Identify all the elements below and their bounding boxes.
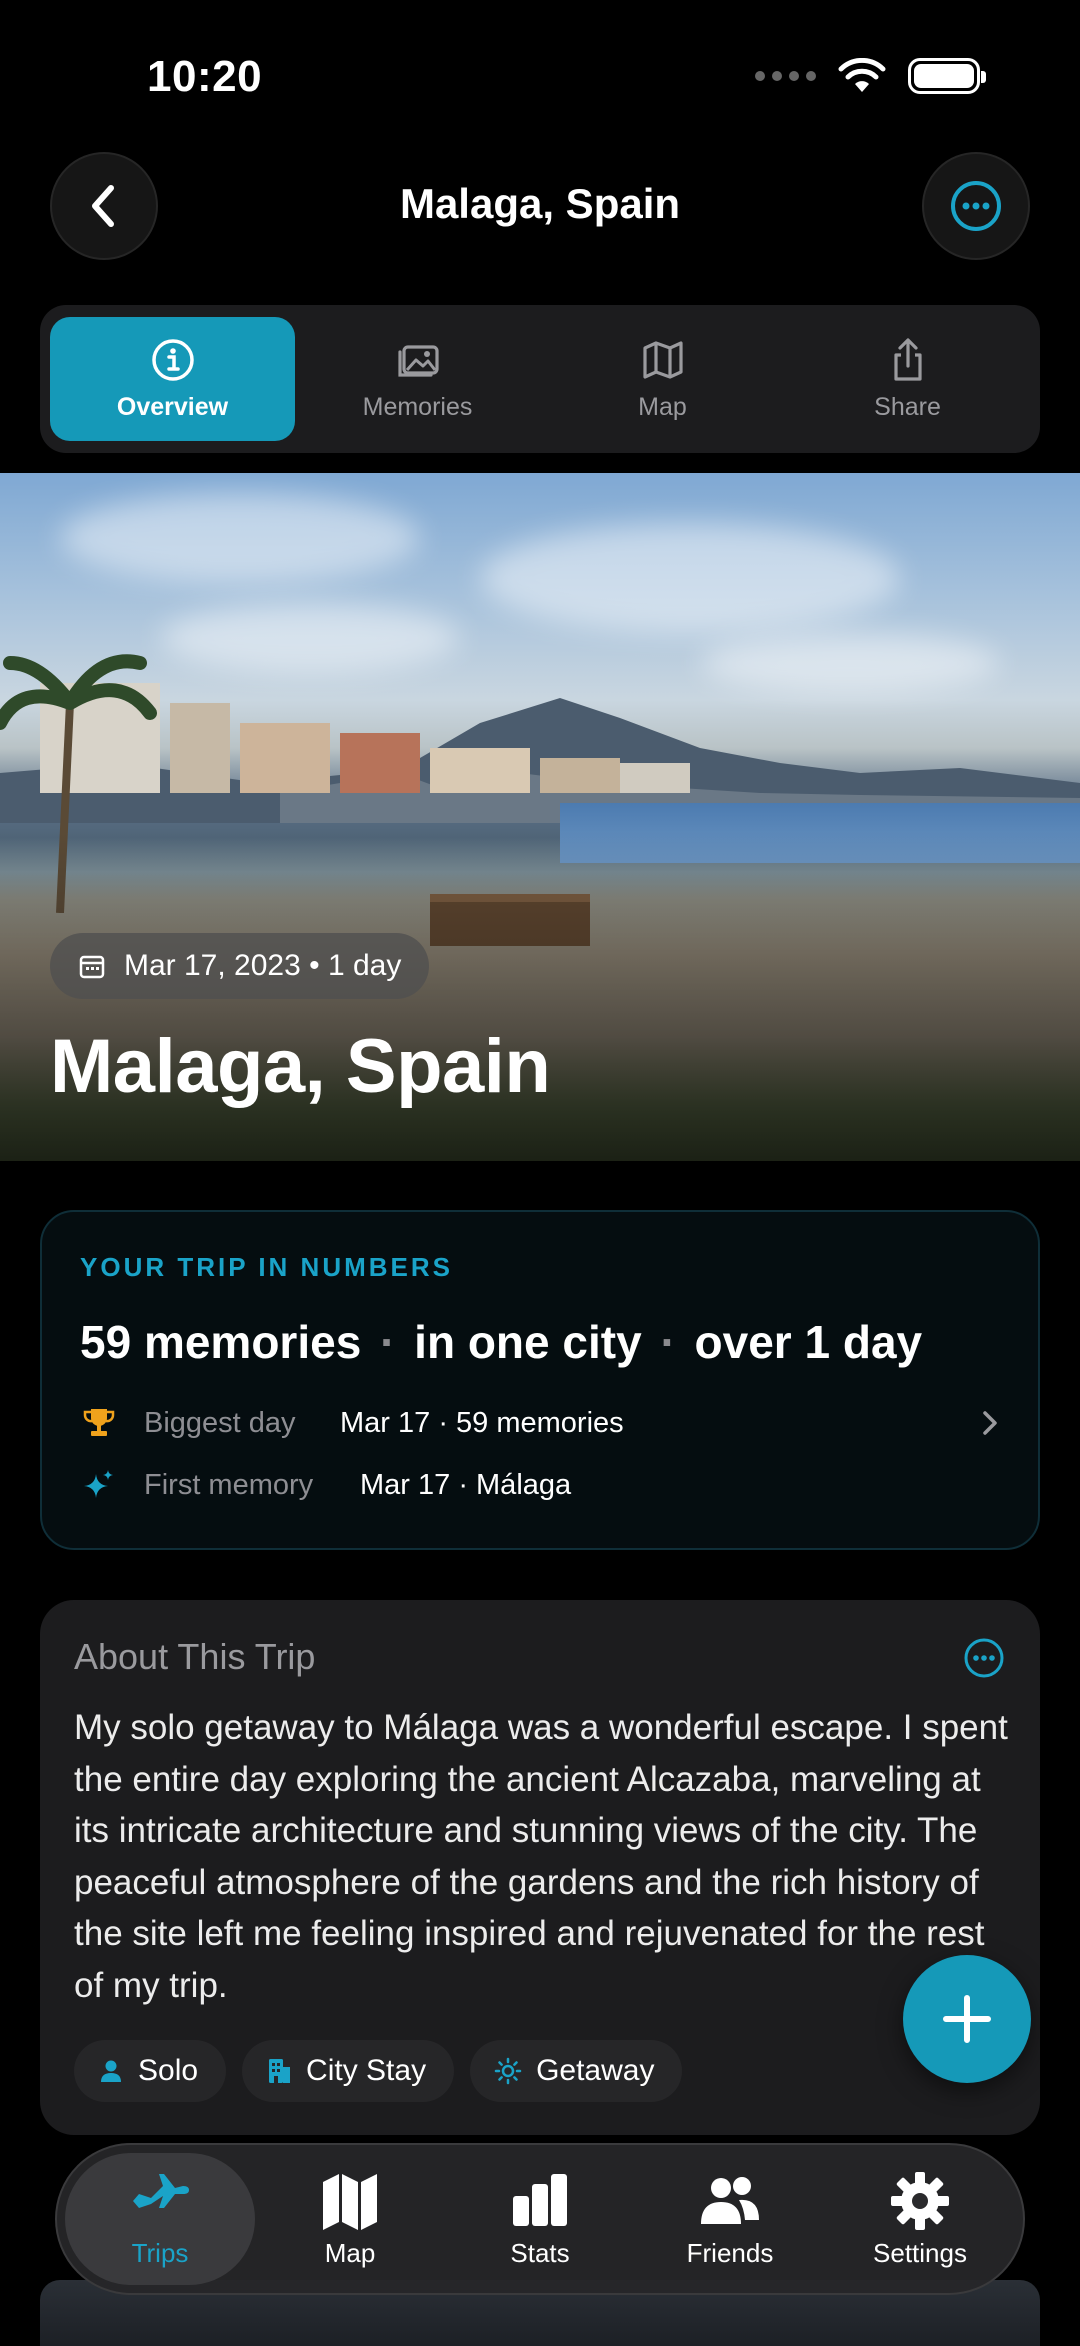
separator: · bbox=[380, 1316, 396, 1368]
first-memory-value: Mar 17 · Málaga bbox=[360, 1468, 572, 1501]
trip-date-pill: Mar 17, 2023 • 1 day bbox=[50, 933, 430, 999]
tag-getaway-label: Getaway bbox=[536, 2054, 655, 2087]
cellular-signal-icon bbox=[755, 71, 816, 81]
tab-trips[interactable]: Trips bbox=[65, 2153, 255, 2285]
tab-friends-label: Friends bbox=[686, 2237, 774, 2268]
tab-overview-label: Overview bbox=[116, 392, 229, 421]
biggest-day-value: Mar 17 · 59 memories bbox=[340, 1406, 624, 1439]
about-title: About This Trip bbox=[74, 1636, 316, 1677]
ellipsis-circle-icon bbox=[964, 1638, 1004, 1678]
about-options-button[interactable] bbox=[962, 1636, 1006, 1685]
numbers-eyebrow: YOUR TRIP IN NUMBERS bbox=[80, 1252, 453, 1282]
bar-chart-icon bbox=[513, 2173, 567, 2226]
tab-map-nav-label: Map bbox=[324, 2237, 376, 2268]
trip-duration: over 1 day bbox=[694, 1316, 923, 1368]
biggest-day-label: Biggest day bbox=[144, 1406, 296, 1439]
battery-icon bbox=[908, 58, 986, 94]
trophy-icon bbox=[83, 1409, 115, 1436]
tab-share[interactable]: Share bbox=[785, 317, 1030, 441]
bottom-tab-bar: Trips Map Stats Friends Settings bbox=[55, 2143, 1025, 2295]
first-memory-row: First memory Mar 17 · Málaga bbox=[82, 1468, 1000, 1502]
first-memory-label: First memory bbox=[144, 1468, 314, 1501]
tab-stats-label: Stats bbox=[510, 2237, 570, 2268]
tab-memories[interactable]: Memories bbox=[295, 317, 540, 441]
tag-solo-label: Solo bbox=[138, 2054, 199, 2087]
gear-icon bbox=[891, 2171, 949, 2230]
person-icon bbox=[101, 2060, 121, 2082]
tag-city-stay-label: City Stay bbox=[306, 2054, 427, 2087]
separator: · bbox=[660, 1316, 676, 1368]
trip-tags: Solo City Stay Getaway bbox=[74, 2040, 683, 2102]
tab-trips-label: Trips bbox=[131, 2237, 189, 2268]
numbers-headline: 59 memories · in one city · over 1 day bbox=[80, 1315, 1000, 1369]
tab-map-nav[interactable]: Map bbox=[255, 2153, 445, 2285]
people-icon bbox=[701, 2176, 759, 2224]
map-icon bbox=[642, 340, 683, 379]
page-title: Malaga, Spain bbox=[399, 180, 681, 227]
tab-friends[interactable]: Friends bbox=[635, 2153, 825, 2285]
biggest-day-row[interactable]: Biggest day Mar 17 · 59 memories bbox=[82, 1406, 1000, 1440]
trip-section-tabs: Overview Memories Map Share bbox=[40, 305, 1040, 453]
tab-settings-label: Settings bbox=[873, 2237, 967, 2268]
tab-share-label: Share bbox=[874, 392, 941, 421]
about-trip-card: About This Trip My solo getaway to Málag… bbox=[40, 1600, 1040, 2135]
photos-icon bbox=[397, 344, 439, 377]
ellipsis-circle-icon bbox=[951, 181, 1001, 231]
share-icon bbox=[893, 337, 922, 381]
tab-map-label: Map bbox=[638, 392, 687, 421]
tab-map[interactable]: Map bbox=[540, 317, 785, 441]
tab-memories-label: Memories bbox=[362, 392, 473, 421]
trip-date-text: Mar 17, 2023 • 1 day bbox=[124, 949, 402, 982]
status-icons bbox=[755, 58, 986, 94]
tab-stats[interactable]: Stats bbox=[445, 2153, 635, 2285]
chevron-right-icon bbox=[983, 1411, 997, 1435]
trip-numbers-card: YOUR TRIP IN NUMBERS 59 memories · in on… bbox=[40, 1210, 1040, 1550]
tag-city-stay[interactable]: City Stay bbox=[242, 2040, 455, 2102]
trip-title: Malaga, Spain bbox=[50, 1024, 551, 1109]
map-icon bbox=[323, 2173, 377, 2230]
tag-solo[interactable]: Solo bbox=[74, 2040, 227, 2102]
about-description: My solo getaway to Málaga was a wonderfu… bbox=[74, 1708, 1008, 2005]
airplane-icon bbox=[133, 2173, 189, 2208]
building-icon bbox=[269, 2059, 291, 2083]
info-icon bbox=[151, 338, 194, 381]
sparkles-icon bbox=[84, 1470, 113, 1498]
more-options-button[interactable] bbox=[922, 152, 1030, 260]
tab-settings[interactable]: Settings bbox=[825, 2153, 1015, 2285]
status-time: 10:20 bbox=[147, 52, 263, 101]
sun-icon bbox=[494, 2057, 522, 2085]
wifi-icon bbox=[838, 58, 886, 92]
add-memory-button[interactable] bbox=[903, 1955, 1031, 2083]
memories-count: 59 memories bbox=[80, 1316, 362, 1368]
tag-getaway[interactable]: Getaway bbox=[470, 2040, 683, 2102]
tab-overview[interactable]: Overview bbox=[50, 317, 295, 441]
trip-cover-photo: Mar 17, 2023 • 1 day Malaga, Spain bbox=[0, 473, 1080, 1161]
calendar-icon bbox=[79, 955, 105, 979]
city-count: in one city bbox=[414, 1316, 642, 1368]
plus-icon bbox=[943, 1995, 991, 2043]
trip-detail-screen: 10:20 Malaga, Spain Overview Memories Ma… bbox=[0, 0, 1080, 2346]
